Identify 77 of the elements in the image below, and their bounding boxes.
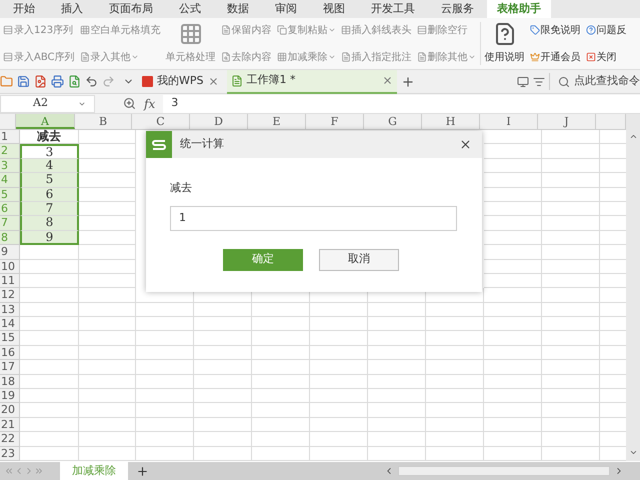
search-placeholder: 点此查找命令 bbox=[574, 73, 640, 90]
menu-tab[interactable]: 数据 bbox=[214, 0, 262, 18]
row-header[interactable]: 23 bbox=[0, 446, 20, 461]
tab-label: 工作簿1 * bbox=[246, 72, 296, 88]
tab-label: 我的WPS bbox=[157, 73, 204, 90]
ribbon-button[interactable]: 关闭 bbox=[596, 50, 617, 64]
table-cell: 5 bbox=[20, 173, 79, 188]
column-header[interactable]: A bbox=[16, 114, 75, 129]
row-header[interactable]: 1 bbox=[0, 130, 20, 144]
column-header[interactable]: G bbox=[364, 114, 422, 129]
sheet-tab[interactable]: 加减乘除 bbox=[60, 462, 128, 480]
field-label: 减去 bbox=[170, 180, 193, 196]
row-header[interactable]: 16 bbox=[0, 346, 20, 360]
command-search[interactable]: 点此查找命令 bbox=[549, 73, 640, 90]
menu-tab[interactable]: 公式 bbox=[166, 0, 214, 18]
ribbon-button[interactable]: 录入ABC序列 bbox=[14, 50, 75, 64]
menu-tab[interactable]: 表格助手 bbox=[487, 0, 551, 18]
menu-tab[interactable]: 页面布局 bbox=[96, 0, 166, 18]
ribbon-button[interactable]: 录入其他 bbox=[90, 50, 139, 64]
ribbon-button[interactable]: 删除空行 bbox=[428, 22, 468, 38]
menu-tab[interactable]: 插入 bbox=[48, 0, 96, 18]
ribbon-button[interactable]: 问题反 bbox=[596, 22, 627, 38]
table-cell: 8 bbox=[20, 216, 79, 231]
function-button[interactable]: fx bbox=[144, 94, 156, 112]
row-header[interactable]: 12 bbox=[0, 288, 20, 303]
row-header[interactable]: 14 bbox=[0, 317, 20, 332]
column-header[interactable]: I bbox=[480, 114, 538, 129]
input-field[interactable]: 1 bbox=[170, 206, 457, 230]
ribbon-button[interactable]: 使用说明 bbox=[484, 50, 525, 65]
ribbon-button[interactable]: 单元格处理 bbox=[166, 50, 216, 65]
ribbon-button[interactable]: 限免说明 bbox=[540, 22, 581, 38]
ribbon-button[interactable]: 复制粘贴 bbox=[288, 22, 336, 38]
row-header[interactable]: 10 bbox=[0, 260, 20, 274]
document-tab[interactable]: 工作簿1 * bbox=[226, 70, 396, 94]
table-cell: 7 bbox=[20, 202, 79, 216]
ribbon-button[interactable]: 录入123序列 bbox=[14, 22, 74, 38]
row-header[interactable]: 11 bbox=[0, 274, 20, 288]
ribbon-button[interactable]: 去除内容 bbox=[232, 50, 272, 64]
ok-button[interactable]: 确定 bbox=[223, 248, 303, 270]
row-header[interactable]: 20 bbox=[0, 403, 20, 418]
column-header[interactable]: E bbox=[248, 114, 306, 129]
menu-tab[interactable]: 开发工具 bbox=[358, 0, 428, 18]
row-header[interactable]: 13 bbox=[0, 302, 20, 318]
table-cell: 6 bbox=[20, 188, 79, 202]
ribbon-button[interactable]: 开通会员 bbox=[540, 50, 581, 64]
row-header[interactable]: 18 bbox=[0, 374, 20, 390]
ribbon-button[interactable]: 空白单元格填充 bbox=[90, 22, 161, 38]
ribbon-button[interactable]: 加减乘除 bbox=[288, 50, 336, 64]
table-cell: 3 bbox=[20, 144, 79, 159]
ribbon-button[interactable]: 保留内容 bbox=[232, 22, 272, 38]
ribbon-button[interactable]: 插入斜线表头 bbox=[352, 22, 412, 38]
table-cell: 9 bbox=[20, 230, 79, 246]
row-header[interactable]: 22 bbox=[0, 432, 20, 447]
column-header[interactable]: D bbox=[190, 114, 248, 129]
row-header[interactable]: 15 bbox=[0, 331, 20, 346]
cancel-button[interactable]: 取消 bbox=[319, 248, 399, 270]
menu-tab[interactable]: 审阅 bbox=[262, 0, 310, 18]
table-cell: 减去 bbox=[20, 130, 79, 144]
column-header[interactable]: F bbox=[306, 114, 364, 129]
formula-field[interactable]: 3 bbox=[163, 94, 640, 112]
name-box[interactable]: A2 bbox=[0, 94, 95, 112]
menu-tab[interactable]: 视图 bbox=[310, 0, 358, 18]
row-header[interactable]: 21 bbox=[0, 418, 20, 432]
row-header[interactable]: 9 bbox=[0, 245, 20, 260]
menu-tab[interactable]: 开始 bbox=[0, 0, 48, 18]
document-tab[interactable]: 我的WPS bbox=[138, 70, 222, 94]
dialog-title: 统一计算 bbox=[180, 136, 225, 152]
column-header[interactable]: H bbox=[422, 114, 480, 129]
column-header[interactable]: C bbox=[132, 114, 190, 129]
column-header[interactable]: J bbox=[538, 114, 596, 129]
column-header[interactable]: B bbox=[75, 114, 132, 129]
row-header[interactable]: 19 bbox=[0, 389, 20, 404]
row-header[interactable]: 17 bbox=[0, 360, 20, 375]
ribbon-button[interactable]: 删除其他 bbox=[428, 50, 476, 64]
table-cell: 4 bbox=[20, 158, 79, 174]
menu-tab[interactable]: 云服务 bbox=[428, 0, 487, 18]
ribbon-button[interactable]: 插入指定批注 bbox=[352, 50, 412, 64]
